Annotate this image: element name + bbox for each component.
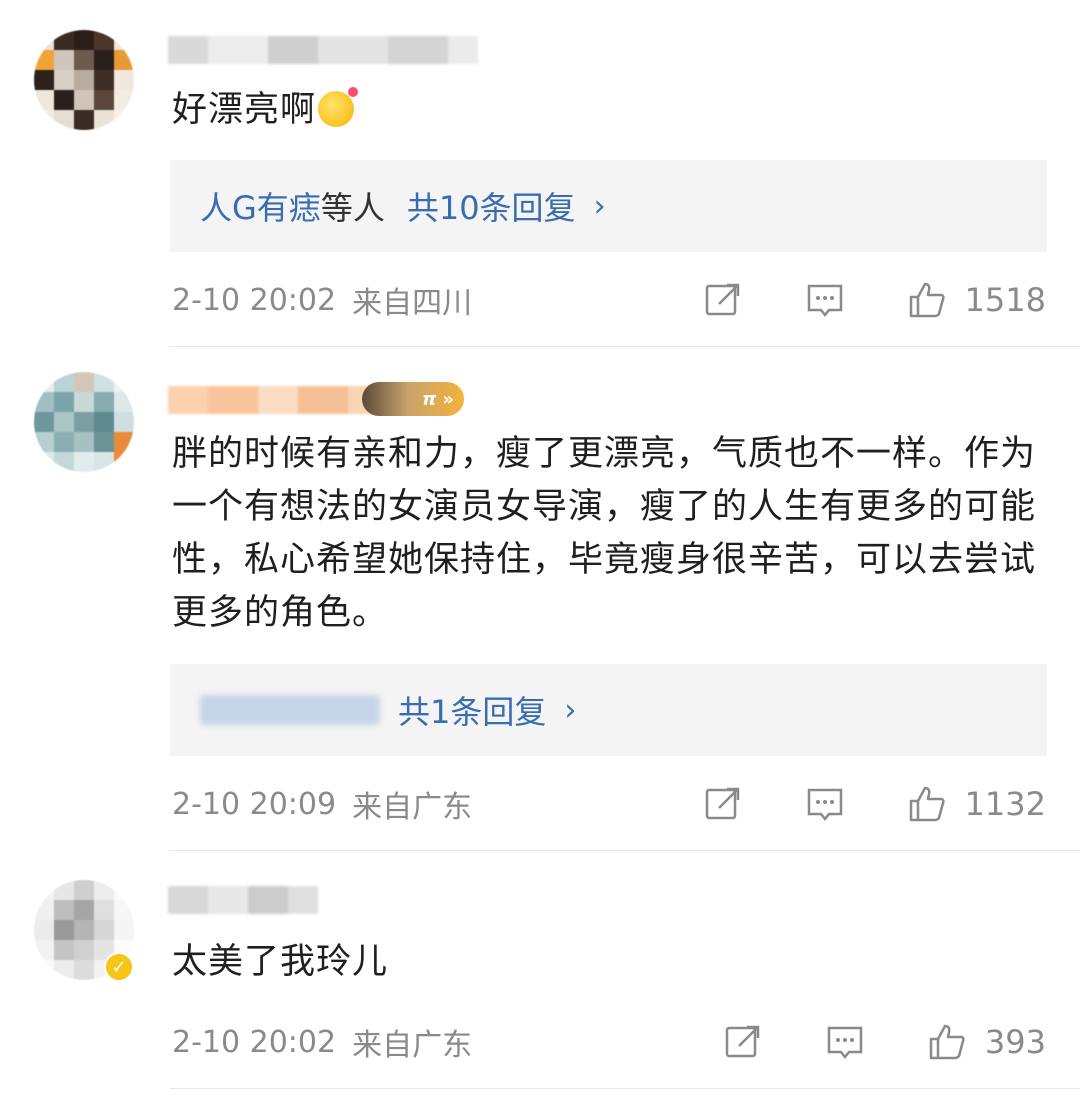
repost-icon[interactable] — [723, 1022, 763, 1062]
member-badge[interactable]: π» — [362, 382, 464, 416]
repost-icon[interactable] — [703, 280, 743, 320]
reply-mid-text: 等人 — [320, 189, 385, 227]
like-icon[interactable] — [907, 784, 947, 824]
like-count: 1518 — [964, 281, 1046, 319]
location: 来自四川 — [352, 286, 473, 321]
comment-actions: 1132 — [703, 782, 1046, 826]
comment-icon[interactable] — [805, 280, 845, 320]
reply-count[interactable]: 共1条回复 — [398, 687, 546, 733]
comment-actions: 393 — [723, 1020, 1046, 1064]
reply-user-link[interactable]: 人G有痣 — [200, 183, 321, 229]
like-icon[interactable] — [927, 1022, 967, 1062]
username-blurred[interactable] — [168, 36, 478, 64]
comment-text-value: 太美了我玲儿 — [172, 942, 389, 982]
comment-icon[interactable] — [805, 784, 845, 824]
comment-text: 胖的时候有亲和力，瘦了更漂亮，气质也不一样。作为一个有想法的女演员女导演，瘦了的… — [172, 428, 1052, 640]
location: 来自广东 — [352, 790, 473, 825]
emoji-icon — [318, 87, 359, 127]
divider — [170, 1088, 1080, 1089]
comment-text-value: 胖的时候有亲和力，瘦了更漂亮，气质也不一样。作为一个有想法的女演员女导演，瘦了的… — [172, 434, 1037, 633]
like-icon[interactable] — [907, 280, 947, 320]
comment-text-value: 好漂亮啊 — [172, 90, 317, 130]
timestamp: 2-10 20:02 — [172, 282, 337, 318]
divider — [170, 346, 1080, 347]
comment-actions: 1518 — [703, 278, 1046, 322]
avatar[interactable] — [34, 30, 134, 130]
like-count: 393 — [984, 1023, 1046, 1061]
reply-summary[interactable]: 人G有痣 等人 共10条回复 › — [170, 160, 1047, 252]
reply-summary[interactable]: 共1条回复 › — [170, 664, 1047, 756]
comment-icon[interactable] — [825, 1022, 865, 1062]
comment-text: 太美了我玲儿 — [172, 936, 1052, 989]
chevron-right-icon: › — [564, 692, 577, 728]
location: 来自广东 — [352, 1028, 473, 1063]
repost-icon[interactable] — [703, 784, 743, 824]
divider — [170, 850, 1080, 851]
verified-badge-icon: ✓ — [104, 952, 134, 982]
comment-text: 好漂亮啊 — [172, 84, 1052, 137]
chevron-right-icon: › — [593, 188, 606, 224]
username-blurred[interactable] — [168, 886, 318, 914]
timestamp: 2-10 20:09 — [172, 786, 337, 822]
member-badge-label: π — [422, 388, 437, 410]
avatar[interactable] — [34, 372, 134, 472]
timestamp: 2-10 20:02 — [172, 1024, 337, 1060]
reply-count[interactable]: 共10条回复 — [407, 183, 576, 229]
reply-user-blurred[interactable] — [200, 695, 380, 725]
like-count: 1132 — [964, 785, 1046, 823]
